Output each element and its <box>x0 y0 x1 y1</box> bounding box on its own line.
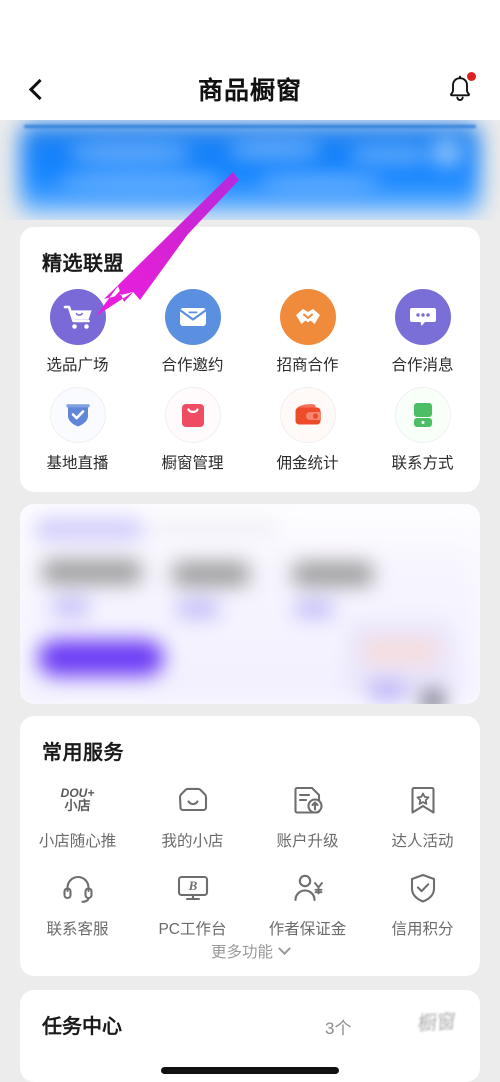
service-item-label: PC工作台 <box>158 921 227 938</box>
service-item-zhanghu-shengji[interactable]: 账户升级 <box>250 778 365 851</box>
service-item-xiaodian-suixintui[interactable]: DOU+ 小店 小店随心推 <box>20 778 135 851</box>
page-title: 商品橱窗 <box>197 77 302 105</box>
status-bar-area <box>0 0 500 58</box>
storefront-icon <box>171 778 215 822</box>
task-count-text: 3个 <box>325 1019 352 1038</box>
service-item-label: 达人活动 <box>391 833 454 850</box>
alliance-item-label: 选品广场 <box>46 357 109 374</box>
alliance-item-yongjin-tongji[interactable]: 佣金统计 <box>250 387 365 473</box>
wallet-icon <box>279 387 336 443</box>
service-item-wode-xiaodian[interactable]: 我的小店 <box>135 778 250 851</box>
alliance-section-title: 精选联盟 <box>42 253 124 275</box>
headset-icon <box>56 866 100 910</box>
service-item-label: 小店随心推 <box>38 833 117 850</box>
watermark-text: 橱窗 <box>417 1011 457 1036</box>
banner-top-edge <box>24 125 476 128</box>
alliance-item-label: 佣金统计 <box>276 455 339 472</box>
service-item-label: 联系客服 <box>46 921 109 938</box>
shopping-cart-icon <box>49 289 106 345</box>
service-item-xinyong-jifen[interactable]: 信用积分 <box>365 866 480 939</box>
back-button[interactable] <box>16 68 58 110</box>
alliance-item-hezuo-yaoyue[interactable]: 合作邀约 <box>135 289 250 375</box>
promo-banner-blurred[interactable] <box>0 120 500 220</box>
svg-text:B: B <box>187 878 197 893</box>
service-item-zuozhe-baozhengjin[interactable]: 作者保证金 <box>250 866 365 939</box>
douplus-store-logo-icon: DOU+ 小店 <box>56 778 100 822</box>
shopping-bag-icon <box>164 387 221 443</box>
page-header: 商品橱窗 <box>0 58 500 120</box>
person-yuan-icon <box>286 866 330 910</box>
alliance-item-label: 基地直播 <box>46 455 109 472</box>
chevron-left-icon <box>28 78 51 100</box>
alliance-item-zhaoshang-hezuo[interactable]: 招商合作 <box>250 289 365 375</box>
notification-button[interactable] <box>440 69 480 109</box>
bookmark-star-icon <box>401 778 445 822</box>
promo-card-blurred[interactable] <box>20 504 480 704</box>
chat-bubble-icon <box>394 289 451 345</box>
service-item-lianxi-kefu[interactable]: 联系客服 <box>20 866 135 939</box>
services-section-title: 常用服务 <box>42 742 124 764</box>
services-card: 常用服务 DOU+ 小店 小店随心推 我的小店 账户升级 达人活动 联系客服 B… <box>20 716 480 976</box>
service-item-pc-gongzuotai[interactable]: B PC工作台 <box>135 866 250 939</box>
service-item-label: 我的小店 <box>161 833 224 850</box>
more-functions-label: 更多功能 <box>210 944 273 961</box>
alliance-item-label: 招商合作 <box>276 357 339 374</box>
service-item-label: 信用积分 <box>391 921 454 938</box>
alliance-item-jidi-zhibo[interactable]: 基地直播 <box>20 387 135 473</box>
chevron-down-icon <box>278 941 291 955</box>
service-item-daren-huodong[interactable]: 达人活动 <box>365 778 480 851</box>
alliance-item-xuanpin-guangchang[interactable]: 选品广场 <box>20 289 135 375</box>
alliance-item-hezuo-xiaoxi[interactable]: 合作消息 <box>365 289 480 375</box>
phone-device-icon <box>394 387 451 443</box>
alliance-item-lianxi-fangshi[interactable]: 联系方式 <box>365 387 480 473</box>
douplus-logo-bottom: 小店 <box>64 798 91 814</box>
envelope-icon <box>164 289 221 345</box>
alliance-item-label: 合作消息 <box>391 357 454 374</box>
notification-badge-dot <box>467 72 476 81</box>
alliance-item-chuchuang-guanli[interactable]: 橱窗管理 <box>135 387 250 473</box>
more-functions-button[interactable]: 更多功能 <box>20 940 480 962</box>
alliance-item-label: 联系方式 <box>391 455 454 472</box>
alliance-item-label: 合作邀约 <box>161 357 224 374</box>
shield-check-outline-icon <box>401 866 445 910</box>
document-upgrade-icon <box>286 778 330 822</box>
alliance-item-label: 橱窗管理 <box>161 455 224 472</box>
task-center-title: 任务中心 <box>42 1016 122 1038</box>
home-indicator <box>161 1067 339 1074</box>
monitor-b-icon: B <box>171 866 215 910</box>
service-item-label: 账户升级 <box>276 833 339 850</box>
app-screen: 商品橱窗 精选联盟 选品广场 合作邀约 招商合作 合作消息 基地直播 橱窗管理 … <box>0 0 500 1082</box>
alliance-card: 精选联盟 选品广场 合作邀约 招商合作 合作消息 基地直播 橱窗管理 佣金统计 … <box>20 227 480 492</box>
handshake-icon <box>279 289 336 345</box>
service-item-label: 作者保证金 <box>268 921 347 938</box>
shield-check-icon <box>49 387 106 443</box>
